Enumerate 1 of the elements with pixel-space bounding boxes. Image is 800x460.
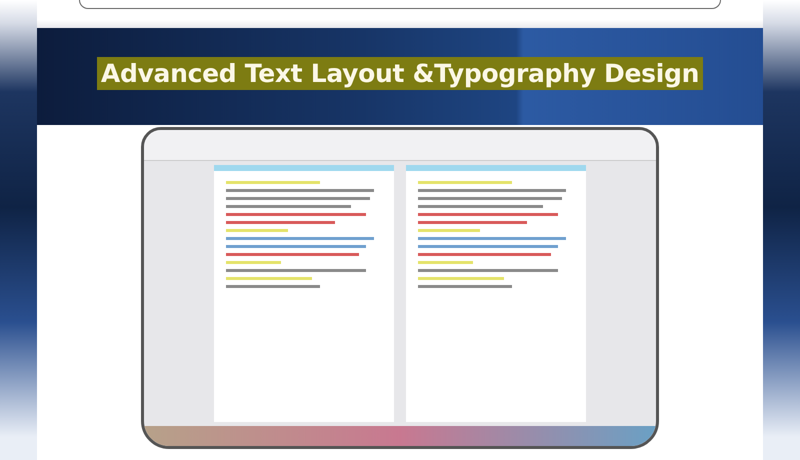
banner-title: Advanced Text Layout &Typography Design (96, 57, 704, 90)
